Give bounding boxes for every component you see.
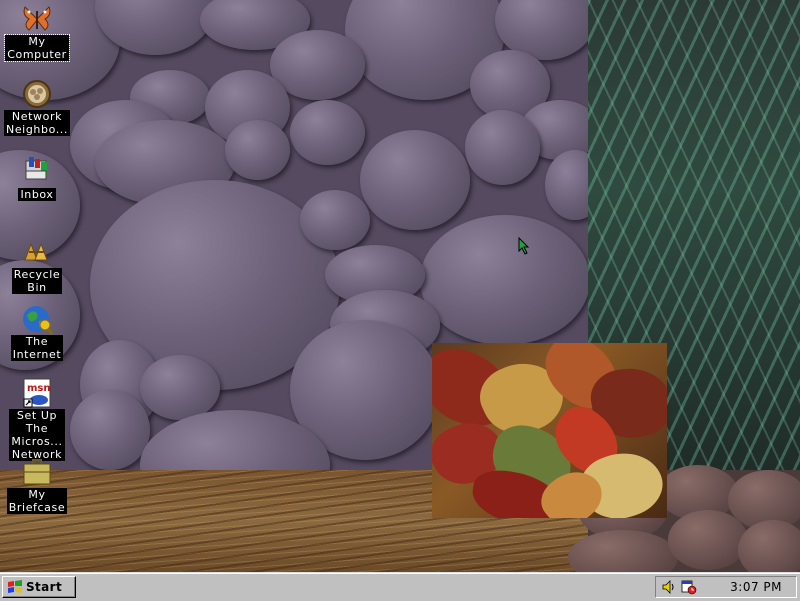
inbox-icon: [21, 153, 53, 185]
desktop-icon-inbox[interactable]: Inbox: [0, 153, 74, 203]
briefcase-icon: [21, 456, 53, 488]
system-tray: 3:07 PM: [655, 576, 797, 598]
taskbar: Start 3:07 PM: [0, 572, 800, 601]
recycle-bin-icon: [21, 236, 53, 268]
start-button[interactable]: Start: [2, 576, 76, 598]
desktop-icon-label: Network Neighbo...: [3, 110, 70, 136]
start-label: Start: [26, 580, 63, 594]
desktop-icon-label: My Computer: [4, 34, 70, 62]
desktop-icon-label: Recycle Bin: [11, 268, 63, 294]
msn-setup-icon: msn: [21, 377, 53, 409]
volume-icon[interactable]: [661, 579, 677, 595]
desktop-icon-network-neighborhood[interactable]: Network Neighbo...: [0, 78, 74, 138]
desktop-icon-recycle-bin[interactable]: Recycle Bin: [0, 236, 74, 296]
desktop-icon-label: Set Up The Micros... Network: [9, 409, 65, 461]
desktop-icon-my-briefcase[interactable]: My Briefcase: [0, 456, 74, 516]
desktop-icon-label: The Internet: [10, 335, 64, 361]
svg-text:msn: msn: [27, 383, 51, 394]
internet-globe-icon: [21, 303, 54, 335]
desktop-icon-label: My Briefcase: [6, 488, 68, 514]
desktop[interactable]: My Computer Network Neighbo... Inbox Rec…: [0, 0, 800, 572]
wallpaper-autumn-leaves: [432, 343, 667, 518]
mouse-pointer-icon: [518, 236, 530, 255]
butterfly-icon: [21, 3, 53, 35]
desktop-icon-msn-setup[interactable]: msn Set Up The Micros... Network: [0, 377, 74, 463]
desktop-icon-my-computer[interactable]: My Computer: [0, 3, 74, 63]
desktop-icon-the-internet[interactable]: The Internet: [0, 303, 74, 363]
windows-logo-icon: [7, 580, 23, 594]
network-neighborhood-icon: [21, 78, 53, 110]
clock[interactable]: 3:07 PM: [730, 580, 782, 594]
scheduler-icon[interactable]: [681, 579, 697, 595]
desktop-icon-label: Inbox: [18, 188, 56, 201]
